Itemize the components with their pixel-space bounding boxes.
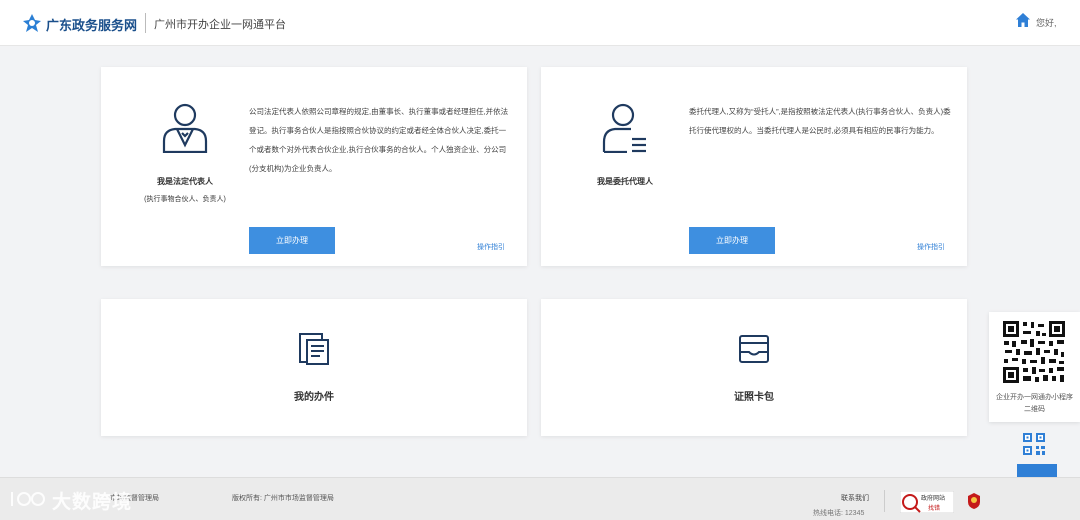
license-wallet-tile[interactable]: 证照卡包 (541, 299, 967, 436)
mini-program-qr-panel: 企业开办一网通办小程序二维码 (989, 312, 1080, 422)
role-title: 我是法定代表人 (157, 177, 213, 186)
qr-caption: 企业开办一网通办小程序二维码 (996, 394, 1073, 413)
apply-now-button[interactable]: 立即办理 (249, 227, 335, 254)
operation-guide-link[interactable]: 操作指引 (477, 242, 505, 252)
legal-representative-card: 我是法定代表人 (执行事物合伙人、负责人) 公司法定代表人依照公司章程的规定,由… (101, 67, 527, 266)
role-description: 委托代理人,又称为“受托人”,是指按照被法定代表人(执行事务合伙人、负责人)委托… (689, 107, 951, 135)
documents-icon (299, 333, 329, 365)
my-cases-tile[interactable]: 我的办件 (101, 299, 527, 436)
site-brand[interactable]: 广东政务服务网 (46, 15, 137, 34)
footer-copyright: 版权所有: 广州市市场监督管理局 (232, 495, 334, 502)
contact-us-link[interactable]: 联系我们 (841, 493, 869, 503)
watermark-logo-icon (11, 492, 45, 506)
role-subtitle: (执行事物合伙人、负责人) (144, 196, 226, 203)
operation-guide-link[interactable]: 操作指引 (917, 242, 945, 252)
gd-logo-icon[interactable] (22, 13, 42, 33)
page-footer: 市场监督管理局 版权所有: 广州市市场监督管理局 联系我们 热线电话: 1234… (0, 477, 1080, 520)
role-description: 公司法定代表人依照公司章程的规定,由董事长、执行董事或者经理担任,并依法登记。执… (249, 107, 509, 173)
header-divider (145, 13, 146, 33)
party-emblem-icon[interactable] (966, 492, 982, 510)
user-greeting[interactable]: 您好, (1036, 16, 1057, 29)
card-wallet-icon (739, 335, 769, 363)
watermark-text: 大数跨境 (52, 492, 133, 513)
home-icon[interactable] (1015, 12, 1031, 28)
authorized-agent-icon (602, 103, 646, 153)
gov-badge-line1[interactable]: 政府网站 (921, 493, 945, 502)
hotline-text: 热线电话: 12345 (813, 510, 865, 517)
qr-toggle-icon[interactable] (1022, 432, 1046, 456)
footer-divider (884, 490, 885, 512)
authorized-agent-card: 我是委托代理人 委托代理人,又称为“受托人”,是指按照被法定代表人(执行事务合伙… (541, 67, 967, 266)
gov-badge-line2[interactable]: 找错 (928, 503, 940, 512)
role-title: 我是委托代理人 (597, 177, 653, 186)
tile-label: 我的办件 (294, 392, 334, 403)
qr-code-icon (1001, 319, 1067, 385)
platform-title: 广州市开办企业一网通平台 (154, 19, 286, 31)
top-header: 广东政务服务网 广州市开办企业一网通平台 您好, (0, 0, 1080, 46)
apply-now-button[interactable]: 立即办理 (689, 227, 775, 254)
legal-representative-icon (162, 103, 208, 153)
tile-label: 证照卡包 (734, 392, 774, 403)
